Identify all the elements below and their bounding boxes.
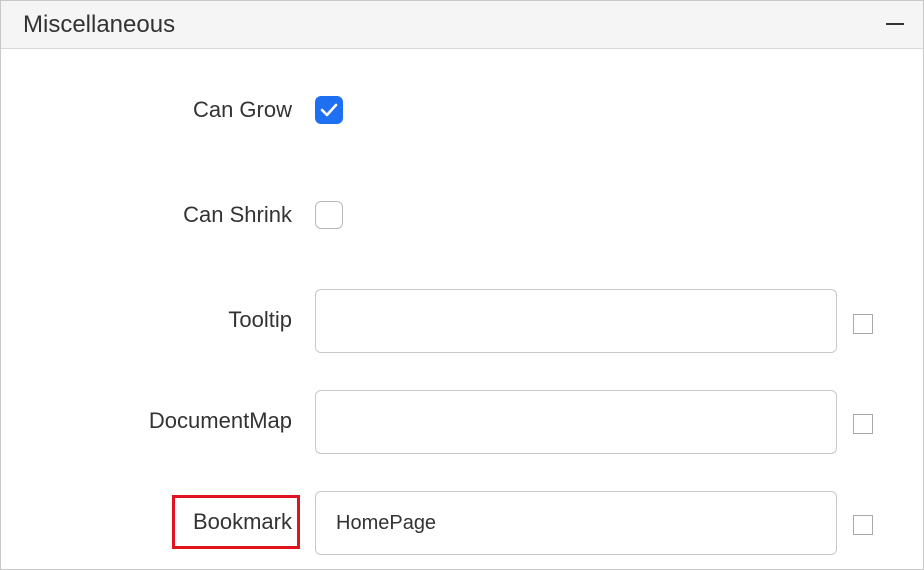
document-map-label: DocumentMap: [148, 408, 292, 433]
collapse-button[interactable]: [883, 13, 907, 37]
bookmark-label: Bookmark: [192, 509, 292, 534]
can-shrink-checkbox[interactable]: [315, 201, 343, 229]
bookmark-input[interactable]: [315, 491, 837, 555]
can-grow-label: Can Grow: [192, 97, 292, 122]
document-map-input[interactable]: [315, 390, 837, 454]
tooltip-expression-checkbox[interactable]: [853, 314, 873, 334]
can-grow-checkbox[interactable]: [315, 96, 343, 124]
tooltip-input[interactable]: [315, 289, 837, 353]
can-shrink-label: Can Shrink: [183, 202, 292, 227]
miscellaneous-panel: Miscellaneous Can Grow Can Shrink Toolti…: [0, 0, 924, 570]
panel-header: Miscellaneous: [1, 1, 923, 49]
bookmark-expression-checkbox[interactable]: [853, 515, 873, 535]
minus-icon: [886, 23, 904, 25]
panel-title: Miscellaneous: [23, 11, 176, 38]
tooltip-label: Tooltip: [228, 307, 292, 332]
document-map-expression-checkbox[interactable]: [853, 414, 873, 434]
checkmark-icon: [320, 103, 338, 117]
